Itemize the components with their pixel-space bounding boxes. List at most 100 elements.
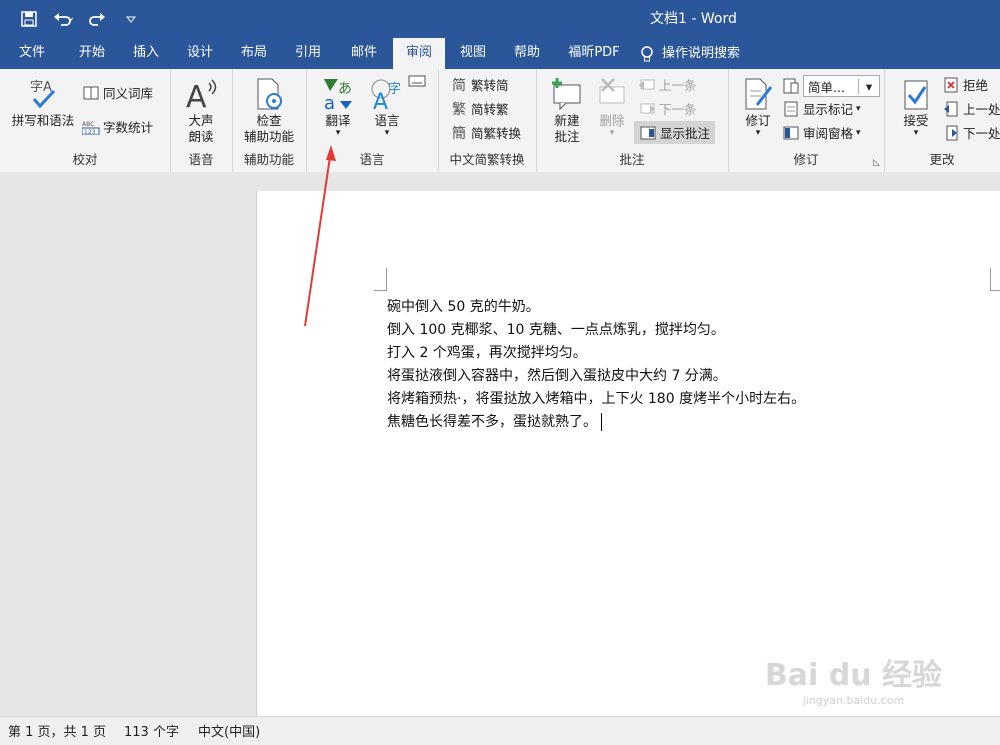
track-changes-button[interactable]: 修订 ▾ [736, 75, 780, 138]
group-tracking: 修订 ▾ 简单... ▾ 显示标记 ▾ 审阅窗格 ▾ ◺ 修订 [728, 69, 885, 172]
simplified-to-traditional-button[interactable]: 繁 简转繁 [450, 99, 509, 118]
spelling-grammar-button[interactable]: 字A 拼写和语法 [8, 75, 78, 129]
status-bar: 第 1 页，共 1 页 113 个字 中文(中国) [0, 716, 1000, 745]
language-icon: A字 [362, 75, 412, 111]
markup-display-dropdown[interactable]: 简单... ▾ [782, 75, 880, 97]
show-markup-button[interactable]: 显示标记 ▾ [782, 99, 861, 118]
lightbulb-icon [641, 45, 653, 61]
language-status[interactable]: 中文(中国) [198, 721, 260, 740]
next-change-button[interactable]: 下一处 [942, 123, 1000, 142]
text-cursor [601, 413, 602, 431]
customize-qat-icon[interactable] [116, 6, 146, 32]
delete-comment-icon [592, 75, 632, 111]
next-comment-button[interactable]: 下一条 [638, 99, 697, 118]
tab-review[interactable]: 审阅 [393, 38, 445, 69]
language-button[interactable]: A字 语言 ▾ [362, 75, 412, 138]
previous-change-icon [942, 100, 960, 118]
tab-home[interactable]: 开始 [68, 38, 116, 69]
group-label-accessibility: 辅助功能 [243, 152, 294, 167]
tell-me-search[interactable]: 操作说明搜索 [640, 38, 780, 69]
group-comments: 新建 批注 删除 ▾ 上一条 下一条 显示批注 批注 [536, 69, 729, 172]
tab-mailings[interactable]: 邮件 [338, 38, 390, 69]
show-markup-icon [782, 100, 800, 118]
next-comment-icon [638, 100, 656, 118]
svg-text:あ: あ [338, 81, 352, 97]
delete-comment-button[interactable]: 删除 ▾ [592, 75, 632, 138]
tab-insert[interactable]: 插入 [122, 38, 170, 69]
svg-text:A: A [373, 90, 388, 111]
track-changes-icon [736, 75, 780, 111]
quick-access-toolbar [14, 6, 146, 32]
reject-icon [942, 76, 960, 94]
document-area[interactable]: 碗中倒入 50 克的牛奶。 倒入 100 克椰浆、10 克糖、一点点炼乳，搅拌均… [0, 172, 1000, 721]
title-bar: 文档1 - Word [0, 0, 1000, 38]
paragraph[interactable]: 将蛋挞液倒入容器中，然后倒入蛋挞皮中大约 7 分满。 [387, 365, 805, 388]
previous-change-button[interactable]: 上一处 [942, 99, 1000, 118]
margin-corner-mark-right [990, 268, 1000, 291]
group-label-language: 语言 [359, 152, 385, 167]
group-label-tracking: 修订 [793, 152, 819, 167]
chinese-convert-button[interactable]: 簡 简繁转换 [450, 123, 521, 142]
show-comments-button[interactable]: 显示批注 [634, 121, 716, 144]
group-speech: A 大声 朗读 语音 [170, 69, 233, 172]
tab-references[interactable]: 引用 [284, 38, 332, 69]
chevron-down-icon: ▾ [858, 78, 879, 94]
tab-view[interactable]: 视图 [448, 38, 498, 69]
undo-icon[interactable] [48, 6, 78, 32]
redo-icon[interactable] [82, 6, 112, 32]
next-change-icon [942, 124, 960, 142]
ribbon-tabs: 文件 开始 插入 设计 布局 引用 邮件 审阅 视图 帮助 福昕PDF 操作说明… [0, 38, 1000, 69]
thesaurus-button[interactable]: 同义词库 [82, 83, 153, 102]
tab-layout[interactable]: 布局 [230, 38, 278, 69]
previous-comment-icon [638, 76, 656, 94]
new-comment-button[interactable]: 新建 批注 [544, 75, 590, 145]
show-comments-icon [639, 124, 657, 142]
tab-help[interactable]: 帮助 [502, 38, 552, 69]
book-icon [82, 84, 100, 102]
group-chinese-conversion: 简 繁转简 繁 简转繁 簡 简繁转换 中文简繁转换 [438, 69, 537, 172]
ribbon-review: 字A 拼写和语法 同义词库 ABC123 字数统计 校对 A 大声 朗读 语音 [0, 69, 1000, 173]
translate-button[interactable]: あa 翻译 ▾ [318, 75, 358, 138]
window-title: 文档1 - Word [650, 11, 737, 27]
paragraph[interactable]: 打入 2 个鸡蛋，再次搅拌均匀。 [387, 342, 805, 365]
ime-icon[interactable] [408, 75, 426, 87]
group-label-changes: 更改 [929, 152, 955, 167]
accept-button[interactable]: 接受 ▾ [894, 75, 938, 138]
group-accessibility: 检查 辅助功能 辅助功能 [232, 69, 307, 172]
traditional-simplified-icon: 简 [452, 77, 466, 94]
page-count-status[interactable]: 第 1 页，共 1 页 [8, 721, 106, 740]
svg-text:a: a [324, 93, 335, 111]
svg-text:123: 123 [84, 129, 96, 135]
paragraph[interactable]: 将烤箱预热·，将蛋挞放入烤箱中，上下火 180 度烤半个小时左右。 [387, 388, 805, 411]
check-accessibility-button[interactable]: 检查 辅助功能 [238, 75, 300, 145]
document-body[interactable]: 碗中倒入 50 克的牛奶。 倒入 100 克椰浆、10 克糖、一点点炼乳，搅拌均… [387, 296, 805, 434]
chinese-convert-icon: 簡 [452, 125, 466, 142]
markup-select-value: 简单... [808, 79, 845, 95]
word-count-button[interactable]: ABC 123 字数统计 [82, 117, 153, 136]
paragraph[interactable]: 倒入 100 克椰浆、10 克糖、一点点炼乳，搅拌均匀。 [387, 319, 805, 342]
document-page[interactable]: 碗中倒入 50 克的牛奶。 倒入 100 克椰浆、10 克糖、一点点炼乳，搅拌均… [256, 191, 1000, 721]
paragraph[interactable]: 碗中倒入 50 克的牛奶。 [387, 296, 805, 319]
tab-foxit-pdf[interactable]: 福昕PDF [558, 38, 630, 69]
tell-me-label: 操作说明搜索 [662, 45, 741, 61]
tab-file[interactable]: 文件 [8, 38, 56, 69]
save-icon[interactable] [14, 6, 44, 32]
reject-button[interactable]: 拒绝 [942, 75, 988, 94]
traditional-to-simplified-button[interactable]: 简 繁转简 [450, 75, 509, 94]
spelling-icon: 字A [8, 75, 78, 111]
translate-icon: あa [318, 75, 358, 111]
read-aloud-button[interactable]: A 大声 朗读 [176, 75, 226, 145]
tab-design[interactable]: 设计 [176, 38, 224, 69]
paragraph-with-cursor[interactable]: 焦糖色长得差不多，蛋挞就熟了。 [387, 411, 805, 434]
previous-comment-button[interactable]: 上一条 [638, 75, 697, 94]
svg-text:字: 字 [388, 82, 401, 97]
reviewing-pane-button[interactable]: 审阅窗格 ▾ [782, 123, 861, 142]
accept-icon [894, 75, 938, 111]
word-count-status[interactable]: 113 个字 [124, 721, 179, 740]
group-proofing: 字A 拼写和语法 同义词库 ABC 123 字数统计 校对 [0, 69, 171, 172]
word-count-icon: ABC 123 [82, 118, 100, 136]
new-comment-icon [544, 75, 590, 111]
svg-text:ABC: ABC [82, 121, 94, 128]
markup-icon [782, 77, 800, 95]
simplified-traditional-icon: 繁 [452, 101, 466, 118]
